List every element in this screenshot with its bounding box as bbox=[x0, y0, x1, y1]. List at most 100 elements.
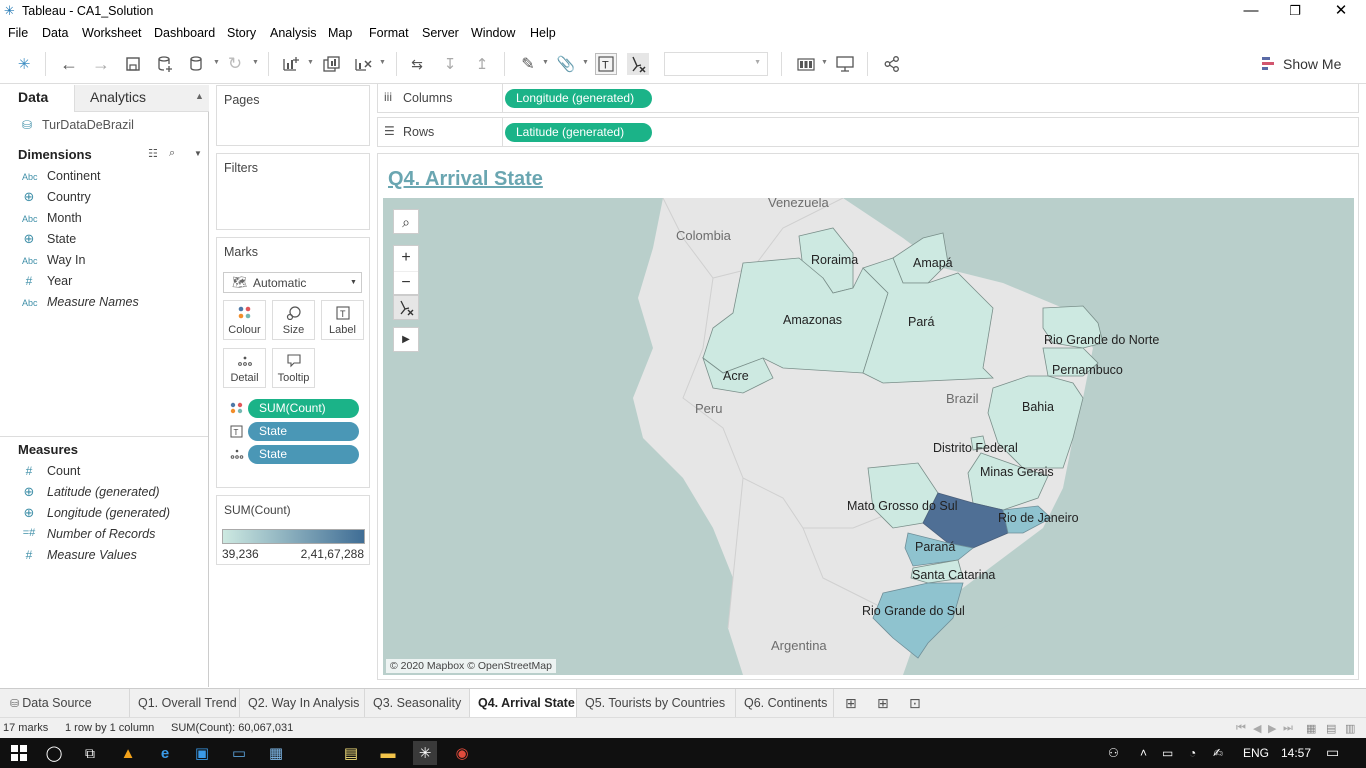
app-icon[interactable]: ▦ bbox=[265, 743, 287, 763]
people-icon[interactable]: ⚇ bbox=[1108, 746, 1119, 760]
tray-arrow-icon[interactable]: ˄ bbox=[1140, 746, 1147, 760]
task-view-icon[interactable]: ⧉ bbox=[79, 743, 101, 763]
fix-axes-icon[interactable] bbox=[627, 53, 649, 75]
detail-button[interactable]: Detail bbox=[223, 348, 266, 388]
field-year[interactable]: # Year bbox=[0, 272, 208, 293]
sum-count-pill[interactable]: SUM(Count) bbox=[248, 399, 359, 418]
swap-rows-columns-icon[interactable]: ⇆ bbox=[406, 53, 428, 75]
file-explorer-icon[interactable]: ▬ bbox=[377, 743, 399, 763]
field-measure-values[interactable]: # Measure Values bbox=[0, 546, 208, 567]
menu-dashboard[interactable]: Dashboard bbox=[154, 26, 215, 40]
field-state[interactable]: ⊕ State bbox=[0, 230, 208, 251]
chrome-icon[interactable]: ◉ bbox=[451, 743, 473, 763]
zoom-in-button[interactable]: + bbox=[394, 246, 418, 271]
label-button[interactable]: T Label bbox=[321, 300, 364, 340]
sticky-notes-icon[interactable]: ▤ bbox=[340, 743, 362, 763]
sort-ascending-icon[interactable]: ↧ bbox=[439, 53, 461, 75]
menu-file[interactable]: File bbox=[8, 26, 28, 40]
new-dashboard-tab-icon[interactable]: ⊞ bbox=[877, 695, 889, 712]
show-me-icon[interactable] bbox=[1262, 56, 1277, 74]
state-detail-pill[interactable]: State bbox=[248, 445, 359, 464]
mark-type-dropdown[interactable]: 🗺 Automatic ▼ bbox=[223, 272, 362, 293]
notifications-icon[interactable]: ▭ bbox=[1326, 744, 1339, 761]
dimensions-menu-icon[interactable]: ▼ bbox=[194, 149, 202, 158]
pause-updates-icon[interactable] bbox=[186, 53, 208, 75]
filters-card[interactable]: Filters bbox=[216, 153, 370, 230]
menu-map[interactable]: Map bbox=[328, 26, 352, 40]
field-continent[interactable]: Abc Continent bbox=[0, 167, 208, 188]
show-me-button[interactable]: Show Me bbox=[1283, 56, 1341, 72]
tabs-view-icon[interactable]: ▥ bbox=[1345, 722, 1355, 735]
new-datasource-icon[interactable] bbox=[154, 53, 176, 75]
tooltip-button[interactable]: Tooltip bbox=[272, 348, 315, 388]
grid-view-icon[interactable]: ▦ bbox=[1306, 722, 1316, 735]
last-sheet-icon[interactable]: ⏭ bbox=[1283, 722, 1293, 735]
view-list-icon[interactable]: ☷ bbox=[148, 147, 158, 160]
field-measure-names[interactable]: Abc Measure Names bbox=[0, 293, 208, 314]
battery-icon[interactable]: ▭ bbox=[1162, 746, 1173, 760]
share-icon[interactable] bbox=[881, 53, 903, 75]
field-latitude-generated[interactable]: ⊕ Latitude (generated) bbox=[0, 483, 208, 504]
show-cards-icon[interactable] bbox=[795, 53, 817, 75]
vlc-icon[interactable]: ▲ bbox=[117, 743, 139, 763]
redo-icon[interactable]: → bbox=[90, 53, 112, 75]
pen-icon[interactable]: ✍ bbox=[1213, 746, 1223, 760]
first-sheet-icon[interactable]: ⏮ bbox=[1236, 722, 1246, 735]
cortana-search-icon[interactable]: ◯ bbox=[43, 743, 65, 763]
highlight-icon[interactable]: ✎ bbox=[517, 53, 539, 75]
field-count[interactable]: # Count bbox=[0, 462, 208, 483]
map-search-button[interactable]: ⌕ bbox=[393, 209, 419, 234]
colour-legend[interactable]: SUM(Count) 39,236 2,41,67,288 bbox=[216, 495, 370, 565]
columns-shelf[interactable]: iii Columns Longitude (generated) bbox=[377, 83, 1359, 113]
tab-q2[interactable]: Q2. Way In Analysis bbox=[240, 689, 365, 717]
new-worksheet-icon[interactable] bbox=[280, 53, 302, 75]
map-attribution[interactable]: © 2020 Mapbox © OpenStreetMap bbox=[386, 659, 556, 673]
minimize-button[interactable]: — bbox=[1228, 0, 1274, 23]
search-icon[interactable]: ⌕ bbox=[169, 147, 175, 160]
tab-q5[interactable]: Q5. Tourists by Countries bbox=[577, 689, 736, 717]
prev-sheet-icon[interactable]: ◀ bbox=[1253, 722, 1261, 735]
wifi-icon[interactable]: ◔ bbox=[1189, 746, 1196, 760]
sort-descending-icon[interactable]: ↥ bbox=[471, 53, 493, 75]
field-month[interactable]: Abc Month bbox=[0, 209, 208, 230]
menu-data[interactable]: Data bbox=[42, 26, 68, 40]
tab-analytics[interactable]: Analytics bbox=[90, 85, 146, 111]
longitude-pill[interactable]: Longitude (generated) bbox=[505, 89, 652, 108]
latitude-pill[interactable]: Latitude (generated) bbox=[505, 123, 652, 142]
menu-help[interactable]: Help bbox=[530, 26, 556, 40]
menu-story[interactable]: Story bbox=[227, 26, 256, 40]
pane-menu-icon[interactable]: ▲ bbox=[195, 91, 204, 101]
map-toolbar-expand-button[interactable]: ▶ bbox=[393, 327, 419, 352]
tab-q1[interactable]: Q1. Overall Trend bbox=[130, 689, 240, 717]
rows-shelf[interactable]: ☰ Rows Latitude (generated) bbox=[377, 117, 1359, 147]
zoom-out-button[interactable]: − bbox=[394, 271, 418, 295]
filmstrip-view-icon[interactable]: ▤ bbox=[1326, 722, 1336, 735]
tab-q3[interactable]: Q3. Seasonality bbox=[365, 689, 470, 717]
tab-q4[interactable]: Q4. Arrival State bbox=[470, 689, 577, 717]
datasource-name[interactable]: TurDataDeBrazil bbox=[42, 118, 134, 132]
refresh-icon[interactable]: ↻ bbox=[224, 53, 246, 75]
store-icon[interactable]: ▣ bbox=[191, 743, 213, 763]
presentation-mode-icon[interactable] bbox=[834, 53, 856, 75]
menu-analysis[interactable]: Analysis bbox=[270, 26, 317, 40]
menu-window[interactable]: Window bbox=[471, 26, 515, 40]
field-way-in[interactable]: Abc Way In bbox=[0, 251, 208, 272]
view-title[interactable]: Q4. Arrival State bbox=[388, 168, 543, 191]
clear-sheet-icon[interactable] bbox=[352, 53, 374, 75]
colour-button[interactable]: Colour bbox=[223, 300, 266, 340]
tab-q6[interactable]: Q6. Continents bbox=[736, 689, 834, 717]
save-icon[interactable] bbox=[122, 53, 144, 75]
tab-data[interactable]: Data bbox=[18, 85, 48, 111]
tab-data-source[interactable]: ⛁ Data Source bbox=[0, 689, 130, 717]
map-view[interactable]: Venezuela Colombia Peru Brazil Argentina… bbox=[383, 198, 1354, 675]
edge-icon[interactable]: e bbox=[154, 743, 176, 763]
language-indicator[interactable]: ENG bbox=[1243, 746, 1269, 760]
next-sheet-icon[interactable]: ▶ bbox=[1268, 722, 1276, 735]
field-number-of-records[interactable]: =# Number of Records bbox=[0, 525, 208, 546]
remote-desktop-icon[interactable]: ▭ bbox=[228, 743, 250, 763]
state-label-pill[interactable]: State bbox=[248, 422, 359, 441]
tableau-home-icon[interactable]: ✳ bbox=[13, 53, 35, 75]
pages-card[interactable]: Pages bbox=[216, 85, 370, 146]
undo-icon[interactable]: ← bbox=[58, 53, 80, 75]
tableau-taskbar-icon[interactable]: ✳ bbox=[413, 741, 437, 765]
